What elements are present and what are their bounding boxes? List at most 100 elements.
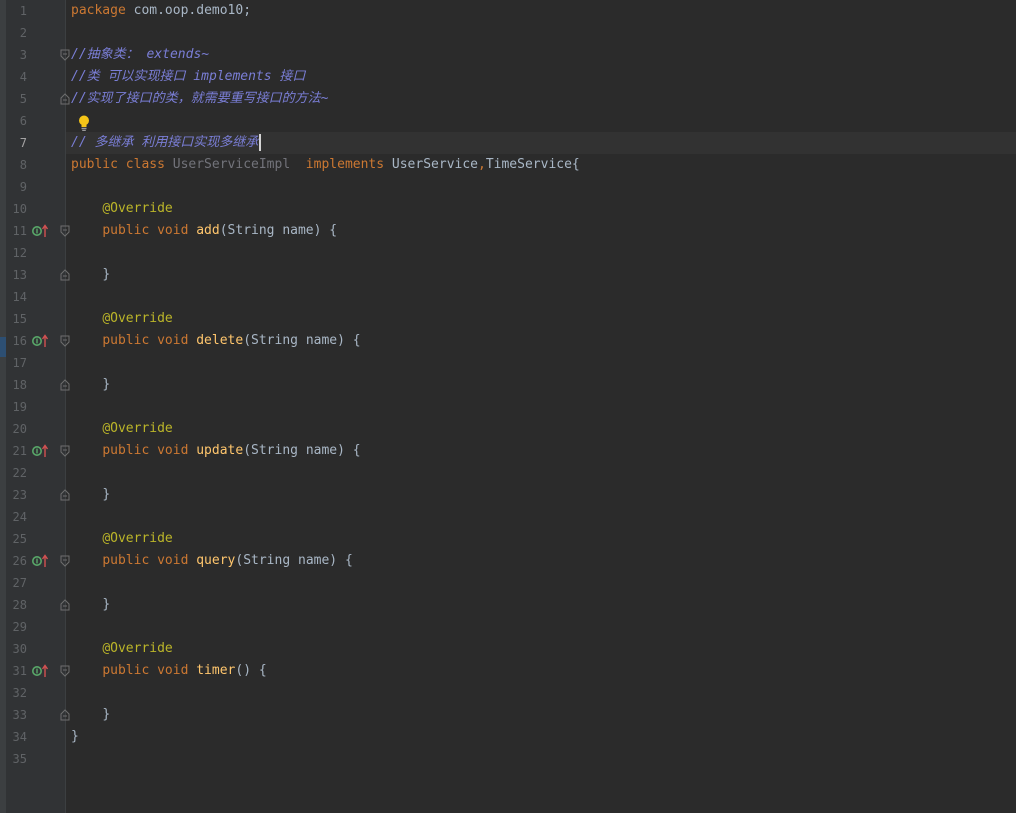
line-number: 24 xyxy=(12,510,27,524)
fold-start-icon[interactable] xyxy=(60,665,70,677)
method-name: delete xyxy=(196,333,244,348)
line-number: 2 xyxy=(19,26,27,40)
code-line-method-declaration[interactable]: public void timer() { xyxy=(71,660,267,682)
fold-start-icon[interactable] xyxy=(60,445,70,457)
method-params: (String name) { xyxy=(235,553,353,568)
class-modifiers: public class xyxy=(71,157,173,172)
method-name: timer xyxy=(196,663,236,678)
code-line-annotation[interactable]: @Override xyxy=(71,418,173,440)
code-line-annotation[interactable]: @Override xyxy=(71,638,173,660)
method-params: (String name) { xyxy=(219,223,338,238)
method-name: update xyxy=(196,443,244,458)
fold-start-icon[interactable] xyxy=(60,335,70,347)
override-annotation: @Override xyxy=(102,421,173,436)
code-line-comment[interactable]: //类 可以实现接口 implements 接口 xyxy=(71,66,305,88)
override-annotation: @Override xyxy=(102,641,173,656)
comma: , xyxy=(478,157,486,172)
line-number: 17 xyxy=(12,356,27,370)
close-brace: } xyxy=(102,487,111,502)
code-line-class-declaration[interactable]: public class UserServiceImpl implements … xyxy=(71,154,580,176)
line-number: 3 xyxy=(19,48,27,62)
fold-start-icon[interactable] xyxy=(60,555,70,567)
text-cursor xyxy=(259,134,261,151)
override-annotation: @Override xyxy=(102,531,173,546)
code-line-comment[interactable]: //实现了接口的类，就需要重写接口的方法~ xyxy=(71,88,328,110)
code-line-close-brace[interactable]: } xyxy=(71,594,110,616)
code-line-method-declaration[interactable]: public void add(String name) { xyxy=(71,220,337,242)
code-line-method-declaration[interactable]: public void delete(String name) { xyxy=(71,330,361,352)
line-number: 26 xyxy=(12,554,27,568)
class-name: UserServiceImpl xyxy=(172,157,291,172)
line-number: 32 xyxy=(12,686,27,700)
line-number: 28 xyxy=(12,598,27,612)
method-modifiers: public void xyxy=(102,333,197,348)
fold-end-icon[interactable] xyxy=(60,93,70,105)
keyword-implements: implements xyxy=(290,157,392,172)
close-brace: } xyxy=(102,267,111,282)
line-number: 34 xyxy=(12,730,27,744)
override-annotation: @Override xyxy=(102,311,173,326)
code-line-close-brace[interactable]: } xyxy=(71,264,110,286)
keyword-package: package xyxy=(71,3,126,18)
code-line-method-declaration[interactable]: public void update(String name) { xyxy=(71,440,361,462)
method-modifiers: public void xyxy=(102,443,197,458)
line-number: 14 xyxy=(12,290,27,304)
line-number: 11 xyxy=(12,224,27,238)
code-line-comment[interactable]: // 多继承 利用接口实现多继承 xyxy=(71,132,258,154)
fold-start-icon[interactable] xyxy=(60,49,70,61)
line-number: 16 xyxy=(12,334,27,348)
line-number: 29 xyxy=(12,620,27,634)
code-line-package[interactable]: package com.oop.demo10; xyxy=(71,0,251,22)
method-params: (String name) { xyxy=(243,443,361,458)
code-line-annotation[interactable]: @Override xyxy=(71,198,173,220)
line-number: 35 xyxy=(12,752,27,766)
line-number: 4 xyxy=(19,70,27,84)
comment-text: //抽象类： extends~ xyxy=(71,47,210,62)
comment-text: //实现了接口的类，就需要重写接口的方法~ xyxy=(71,91,329,106)
fold-end-icon[interactable] xyxy=(60,269,70,281)
line-number: 18 xyxy=(12,378,27,392)
implements-method-icon[interactable] xyxy=(32,664,50,678)
code-line-method-declaration[interactable]: public void query(String name) { xyxy=(71,550,353,572)
line-number: 30 xyxy=(12,642,27,656)
implements-method-icon[interactable] xyxy=(32,224,50,238)
line-number: 22 xyxy=(12,466,27,480)
fold-end-icon[interactable] xyxy=(60,709,70,721)
class-close-brace: } xyxy=(71,729,79,744)
line-number: 8 xyxy=(19,158,27,172)
line-number: 27 xyxy=(12,576,27,590)
method-params: (String name) { xyxy=(243,333,361,348)
method-params: () { xyxy=(235,663,267,678)
override-annotation: @Override xyxy=(102,201,173,216)
implements-method-icon[interactable] xyxy=(32,554,50,568)
lightbulb-icon[interactable] xyxy=(77,114,91,132)
line-number: 25 xyxy=(12,532,27,546)
line-number: 10 xyxy=(12,202,27,216)
line-number: 15 xyxy=(12,312,27,326)
method-modifiers: public void xyxy=(102,663,197,678)
fold-start-icon[interactable] xyxy=(60,225,70,237)
code-line-comment[interactable]: //抽象类： extends~ xyxy=(71,44,209,66)
package-name: com.oop.demo10; xyxy=(125,3,252,18)
close-brace: } xyxy=(102,597,111,612)
line-number: 31 xyxy=(12,664,27,678)
code-line-close-brace[interactable]: } xyxy=(71,704,110,726)
code-line-annotation[interactable]: @Override xyxy=(71,528,173,550)
fold-end-icon[interactable] xyxy=(60,489,70,501)
code-line-class-close[interactable]: } xyxy=(71,726,79,748)
line-number-current: 7 xyxy=(19,136,27,150)
line-number: 20 xyxy=(12,422,27,436)
interface-name: UserService xyxy=(391,157,478,172)
comment-text: //类 可以实现接口 implements 接口 xyxy=(71,69,306,84)
line-number: 19 xyxy=(12,400,27,414)
close-brace: } xyxy=(102,707,111,722)
code-line-close-brace[interactable]: } xyxy=(71,374,110,396)
implements-method-icon[interactable] xyxy=(32,334,50,348)
line-number: 21 xyxy=(12,444,27,458)
implements-method-icon[interactable] xyxy=(32,444,50,458)
method-name: add xyxy=(196,223,220,238)
fold-end-icon[interactable] xyxy=(60,599,70,611)
code-line-close-brace[interactable]: } xyxy=(71,484,110,506)
fold-end-icon[interactable] xyxy=(60,379,70,391)
code-line-annotation[interactable]: @Override xyxy=(71,308,173,330)
